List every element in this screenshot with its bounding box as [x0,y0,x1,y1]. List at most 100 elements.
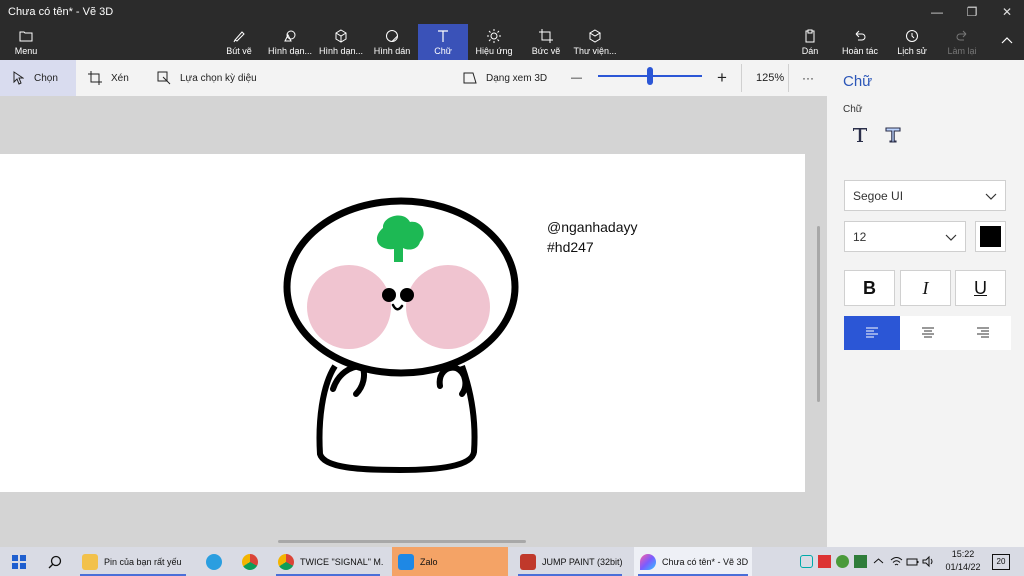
underline-button[interactable]: U [955,270,1006,306]
tray-icon[interactable] [818,555,831,568]
battery-icon[interactable] [906,555,919,568]
ribbon-label: Bức vẽ [531,45,561,56]
text-3d-icon [885,127,901,143]
align-right-button[interactable] [955,316,1011,350]
crop-tool[interactable]: Xén [88,60,129,96]
canvas-text-line: @nganhadayy [547,219,638,235]
taskbar-edge[interactable] [200,547,228,576]
paste-icon [805,29,815,42]
bold-button[interactable]: B [844,270,895,306]
3d-view-button[interactable]: Dạng xem 3D [463,60,547,96]
start-button[interactable] [6,547,34,576]
paste-button[interactable]: Dán [796,24,824,60]
taskbar-zalo[interactable]: Zalo [392,547,508,576]
ribbon-stickers[interactable]: Hình dán [372,24,412,60]
tray-icon[interactable] [836,555,849,568]
align-center-icon [922,327,934,338]
divider [741,64,742,92]
clock[interactable]: 15:22 01/14/22 [940,548,986,574]
italic-button[interactable]: I [900,270,951,306]
history-button[interactable]: Lịch sử [894,24,930,60]
taskbar-label: Chưa có tên* - Vẽ 3D [662,556,749,567]
menu-label: Menu [14,45,38,56]
taskbar-label: Zalo [420,556,438,567]
notifications-badge[interactable]: 20 [992,554,1010,570]
zoom-out-button[interactable]: — [571,60,582,96]
canvas-text-box[interactable]: @nganhadayy #hd247 [547,217,638,257]
left-eye [382,288,396,302]
ribbon-label: Hình dạn... [267,45,313,56]
align-center-button[interactable] [900,316,956,350]
collapse-ribbon-button[interactable] [996,24,1018,60]
color-fill [980,226,1001,247]
ribbon-effects[interactable]: Hiệu ứng [474,24,514,60]
ribbon-canvas[interactable]: Bức vẽ [528,24,564,60]
sticker-icon [386,29,398,42]
vertical-scrollbar[interactable] [817,226,820,402]
taskbar: Pin của bạn rất yếu TWICE "SIGNAL" M... … [0,547,1024,576]
taskbar-jump-paint[interactable]: JUMP PAINT (32bit) [514,547,626,576]
chevron-up-icon [1001,36,1013,43]
taskbar-file-explorer[interactable]: Pin của bạn rất yếu [76,547,190,576]
text-icon [438,29,448,42]
clock-date: 01/14/22 [945,562,981,572]
taskbar-chrome-window[interactable]: TWICE "SIGNAL" M... [272,547,384,576]
more-button[interactable]: ··· [802,60,814,96]
right-eye [400,288,414,302]
jump-paint-icon [520,553,536,570]
taskbar-chrome[interactable] [236,547,264,576]
ribbon-label: Hình dán [373,45,411,56]
ribbon-2d-shapes[interactable]: Hình dạn... [266,24,314,60]
2d-text-button[interactable] [847,122,873,148]
clock-time: 15:22 [951,549,975,559]
tray-icon[interactable] [854,555,867,568]
paint-3d-icon [640,553,656,570]
ribbon-text[interactable]: Chữ [418,24,468,60]
select-tool[interactable]: Chọn [0,60,76,96]
divider [788,64,789,92]
chrome-icon [278,553,294,570]
3d-text-button[interactable] [880,122,906,148]
sun-icon [487,28,501,43]
zoom-slider-thumb[interactable] [647,67,653,85]
maximize-button[interactable]: ❐ [955,0,989,24]
left-cheek [307,265,391,349]
canvas-text-line: #hd247 [547,239,594,255]
chevron-up-icon[interactable] [872,555,885,568]
font-size: 12 [853,229,867,244]
text-color-swatch[interactable] [975,221,1006,252]
edge-icon [206,553,222,570]
tray-icon[interactable] [800,555,813,568]
font-dropdown[interactable]: Segoe UI [844,180,1006,211]
magic-select-label: Lựa chọn kỳ diệu [180,72,257,84]
volume-icon[interactable] [922,555,935,568]
ribbon-3d-library[interactable]: Thư viện... [572,24,618,60]
align-left-button[interactable] [844,316,900,350]
chrome-icon [242,553,258,570]
history-icon [906,29,918,42]
search-button[interactable] [42,547,70,576]
ribbon-label: Bút vẽ [226,45,252,56]
chevron-down-icon [985,193,997,200]
horizontal-scrollbar[interactable] [278,540,526,543]
view-3d-icon [463,72,477,84]
undo-button[interactable]: Hoàn tác [838,24,882,60]
minimize-button[interactable]: — [920,0,954,24]
menu-button[interactable]: Menu [6,24,46,60]
zoom-in-button[interactable]: + [717,60,727,96]
ribbon-brushes[interactable]: Bút vẽ [222,24,256,60]
ribbon-label: Hình dạn... [318,45,364,56]
font-size-dropdown[interactable]: 12 [844,221,966,252]
align-right-icon [977,327,989,338]
magic-select-tool[interactable]: Lựa chọn kỳ diệu [157,60,257,96]
close-button[interactable]: ✕ [990,0,1024,24]
drawing-canvas[interactable] [0,154,805,492]
search-icon [48,555,62,568]
ribbon-3d-shapes[interactable]: Hình dạn... [318,24,364,60]
undo-icon [855,30,866,40]
wifi-icon[interactable] [890,555,903,568]
zoom-level: 125% [756,72,785,84]
redo-button[interactable]: Làm lại [944,24,980,60]
cube-icon [335,28,347,43]
taskbar-paint-3d[interactable]: Chưa có tên* - Vẽ 3D [634,547,752,576]
